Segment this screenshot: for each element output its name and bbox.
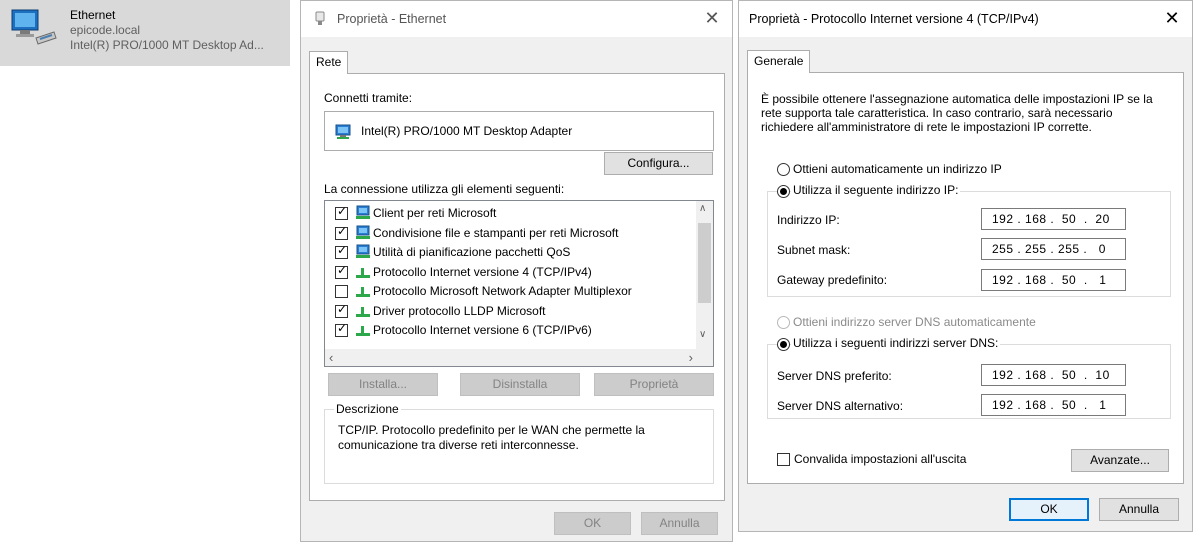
scroll-up-icon[interactable]: ∧: [699, 203, 706, 214]
dns-alternate-field[interactable]: 192 . 168 . 50 . 1: [981, 394, 1126, 416]
intro-line-1: È possibile ottenere l'assegnazione auto…: [761, 92, 1153, 106]
adapter-name: Ethernet: [70, 8, 116, 22]
intro-line-2: rete supporta tale caratteristica. In ca…: [761, 106, 1113, 120]
adapter-domain: epicode.local: [70, 23, 141, 37]
protocol-icon: [356, 306, 370, 317]
list-item[interactable]: Driver protocollo LLDP Microsoft: [325, 302, 695, 321]
list-item[interactable]: Client per reti Microsoft: [325, 204, 695, 223]
uninstall-button[interactable]: Disinstalla: [460, 373, 580, 396]
cancel-button[interactable]: Annulla: [1099, 498, 1179, 521]
dialog-title: Proprietà - Protocollo Internet versione…: [749, 12, 1039, 26]
ok-button[interactable]: OK: [554, 512, 631, 535]
ip-auto-label[interactable]: Ottieni automaticamente un indirizzo IP: [793, 162, 1002, 176]
scroll-right-icon[interactable]: ›: [689, 350, 693, 365]
subnet-label: Subnet mask:: [777, 243, 851, 257]
components-list[interactable]: Client per reti Microsoft Condivisione fi…: [324, 200, 714, 367]
ip-address-field[interactable]: 192 . 168 . 50 . 20: [981, 208, 1126, 230]
horizontal-scrollbar[interactable]: ‹ ›: [325, 349, 713, 366]
title-bar[interactable]: Proprietà - Ethernet ✕: [301, 1, 732, 37]
network-adapter-icon: [335, 124, 351, 139]
item-checkbox[interactable]: [335, 263, 348, 279]
intro-line-3: richiedere all'amministratore di rete le…: [761, 120, 1092, 134]
dns-preferred-label: Server DNS preferito:: [777, 369, 892, 383]
list-item[interactable]: Protocollo Microsoft Network Adapter Mul…: [325, 282, 695, 301]
install-button[interactable]: Installa...: [328, 373, 438, 396]
ip-manual-label[interactable]: Utilizza il seguente indirizzo IP:: [791, 183, 961, 197]
item-label: Condivisione file e stampanti per reti M…: [373, 225, 619, 240]
item-label: Protocollo Internet versione 6 (TCP/IPv6…: [373, 323, 592, 337]
scroll-thumb[interactable]: [698, 223, 711, 303]
item-label: Driver protocollo LLDP Microsoft: [373, 303, 546, 318]
dns-preferred-field[interactable]: 192 . 168 . 50 . 10: [981, 364, 1126, 386]
item-checkbox[interactable]: [335, 285, 348, 298]
item-checkbox[interactable]: [335, 321, 348, 337]
list-item[interactable]: Condivisione file e stampanti per reti M…: [325, 224, 695, 243]
item-checkbox[interactable]: [335, 243, 348, 259]
item-label: Protocollo Microsoft Network Adapter Mul…: [373, 284, 632, 298]
description-title: Descrizione: [334, 402, 401, 416]
items-label: La connessione utilizza gli elementi seg…: [324, 182, 565, 196]
adapter-tile[interactable]: Ethernet epicode.local Intel(R) PRO/1000…: [0, 0, 290, 66]
dns-auto-label[interactable]: Ottieni indirizzo server DNS automaticam…: [793, 315, 1036, 329]
ethernet-properties-dialog: Proprietà - Ethernet ✕ Rete Connetti tra…: [300, 0, 733, 542]
scroll-left-icon[interactable]: ‹: [329, 350, 333, 365]
ip-auto-radio[interactable]: [777, 163, 790, 176]
list-item[interactable]: Protocollo Internet versione 6 (TCP/IPv6…: [325, 321, 695, 340]
configure-button[interactable]: Configura...: [604, 152, 713, 175]
properties-button[interactable]: Proprietà: [594, 373, 714, 396]
adapter-field: Intel(R) PRO/1000 MT Desktop Adapter: [324, 111, 714, 151]
protocol-icon: [356, 267, 370, 278]
network-client-icon: [356, 225, 370, 239]
protocol-icon: [356, 287, 370, 297]
properties-icon: [315, 11, 325, 25]
vertical-scrollbar[interactable]: ∧ ∨: [696, 201, 713, 351]
advanced-button[interactable]: Avanzate...: [1071, 449, 1169, 472]
tab-panel: Connetti tramite: Intel(R) PRO/1000 MT D…: [309, 73, 725, 501]
ip-manual-radio[interactable]: [777, 185, 790, 198]
network-client-icon: [356, 205, 370, 219]
close-icon[interactable]: ✕: [702, 7, 722, 29]
adapter-name: Intel(R) PRO/1000 MT Desktop Adapter: [361, 124, 573, 138]
close-icon[interactable]: ✕: [1162, 7, 1182, 29]
validate-label[interactable]: Convalida impostazioni all'uscita: [794, 452, 966, 466]
dialog-title: Proprietà - Ethernet: [337, 12, 447, 26]
tab-panel: È possibile ottenere l'assegnazione auto…: [747, 72, 1184, 484]
ok-button[interactable]: OK: [1009, 498, 1089, 521]
list-item[interactable]: Utilità di pianificazione pacchetti QoS: [325, 243, 695, 262]
dns-alternate-label: Server DNS alternativo:: [777, 399, 904, 413]
gateway-field[interactable]: 192 . 168 . 50 . 1: [981, 269, 1126, 291]
gateway-label: Gateway predefinito:: [777, 273, 888, 287]
list-item[interactable]: Protocollo Internet versione 4 (TCP/IPv4…: [325, 263, 695, 282]
validate-checkbox[interactable]: [777, 453, 790, 466]
protocol-icon: [356, 326, 370, 336]
connect-label: Connetti tramite:: [324, 91, 413, 105]
item-label: Client per reti Microsoft: [373, 206, 497, 220]
scroll-down-icon[interactable]: ∨: [699, 329, 706, 340]
cancel-button[interactable]: Annulla: [641, 512, 718, 535]
item-checkbox[interactable]: [335, 302, 348, 318]
tab-generale[interactable]: Generale: [747, 50, 811, 73]
network-client-icon: [356, 244, 370, 258]
dns-manual-label[interactable]: Utilizza i seguenti indirizzi server DNS…: [791, 336, 1001, 350]
dns-manual-radio[interactable]: [777, 338, 790, 351]
subnet-field[interactable]: 255 . 255 . 255 . 0: [981, 238, 1126, 260]
ip-address-label: Indirizzo IP:: [777, 213, 840, 227]
item-checkbox[interactable]: [335, 224, 348, 240]
item-label: Protocollo Internet versione 4 (TCP/IPv4…: [373, 264, 592, 279]
description-line-1: TCP/IP. Protocollo predefinito per le WA…: [338, 423, 645, 437]
title-bar[interactable]: Proprietà - Protocollo Internet versione…: [739, 1, 1192, 37]
adapter-device: Intel(R) PRO/1000 MT Desktop Ad...: [70, 38, 264, 52]
dns-auto-radio[interactable]: [777, 316, 790, 329]
ipv4-properties-dialog: Proprietà - Protocollo Internet versione…: [738, 0, 1193, 532]
network-adapter-icon: [11, 9, 57, 45]
item-label: Utilità di pianificazione pacchetti QoS: [373, 245, 571, 259]
item-checkbox[interactable]: [335, 204, 348, 220]
tab-rete[interactable]: Rete: [309, 51, 349, 74]
description-line-2: comunicazione tra diverse reti interconn…: [338, 438, 579, 452]
